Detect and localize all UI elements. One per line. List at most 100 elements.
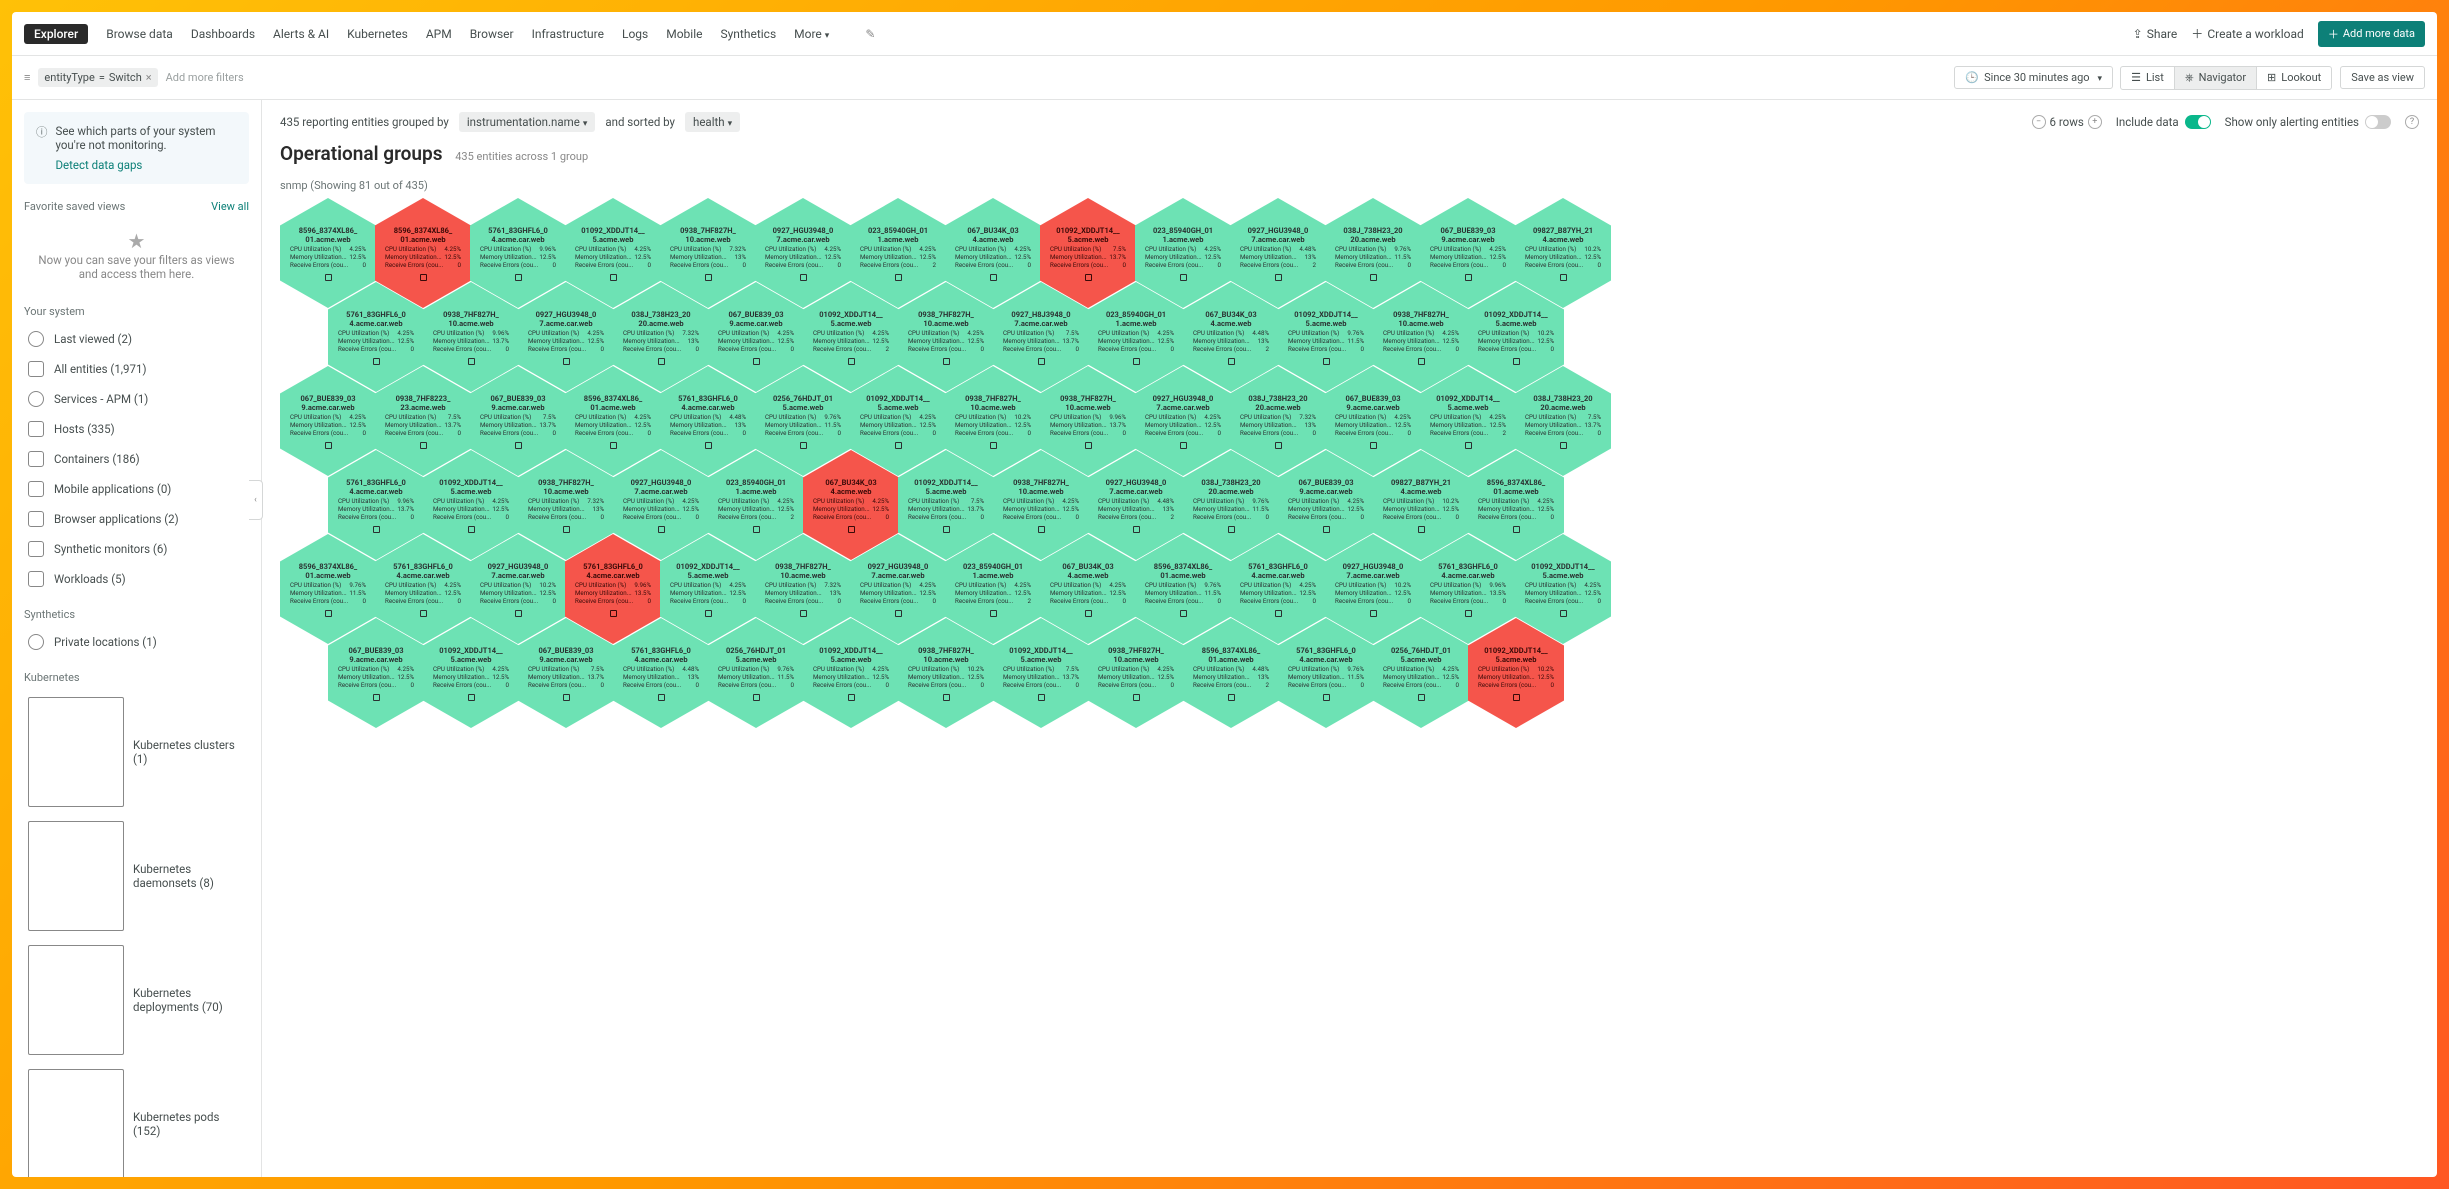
entity-checkbox[interactable]: [1465, 274, 1472, 281]
entity-checkbox[interactable]: [705, 610, 712, 617]
entity-checkbox[interactable]: [943, 526, 950, 533]
entity-checkbox[interactable]: [1418, 526, 1425, 533]
sidebar-item-synthetic-monitors-[interactable]: Synthetic monitors (6): [24, 534, 249, 564]
entity-checkbox[interactable]: [1370, 610, 1377, 617]
entity-checkbox[interactable]: [895, 274, 902, 281]
entity-hex[interactable]: 01092_XDDJT14__5.acme.webCPU Utilization…: [423, 618, 519, 728]
entity-hex[interactable]: 0938_7HF827H_10.acme.webCPU Utilization …: [1088, 618, 1184, 728]
entity-checkbox[interactable]: [468, 358, 475, 365]
nav-infrastructure[interactable]: Infrastructure: [532, 27, 604, 41]
entity-checkbox[interactable]: [1513, 358, 1520, 365]
entity-checkbox[interactable]: [990, 442, 997, 449]
entity-checkbox[interactable]: [610, 610, 617, 617]
add-filters-link[interactable]: Add more filters: [166, 71, 244, 84]
entity-checkbox[interactable]: [420, 274, 427, 281]
entity-checkbox[interactable]: [1133, 694, 1140, 701]
entity-checkbox[interactable]: [753, 358, 760, 365]
nav-mobile[interactable]: Mobile: [666, 27, 702, 41]
sidebar-item-kubernetes-daemonsets-[interactable]: Kubernetes daemonsets (8): [24, 814, 249, 938]
entity-checkbox[interactable]: [658, 694, 665, 701]
sidebar-item-kubernetes-clusters-[interactable]: Kubernetes clusters (1): [24, 690, 249, 814]
entity-checkbox[interactable]: [1323, 358, 1330, 365]
entity-checkbox[interactable]: [658, 358, 665, 365]
detect-data-gaps-link[interactable]: Detect data gaps: [56, 158, 238, 172]
entity-checkbox[interactable]: [800, 274, 807, 281]
entity-hex[interactable]: 0938_7HF827H_10.acme.webCPU Utilization …: [898, 618, 994, 728]
sidebar-item-last-viewed-[interactable]: Last viewed (2): [24, 324, 249, 354]
nav-browse-data[interactable]: Browse data: [106, 27, 173, 41]
entity-checkbox[interactable]: [610, 274, 617, 281]
entity-checkbox[interactable]: [800, 442, 807, 449]
time-picker[interactable]: 🕒 Since 30 minutes ago: [1954, 66, 2113, 89]
save-as-view-button[interactable]: Save as view: [2340, 66, 2425, 89]
nav-browser[interactable]: Browser: [470, 27, 514, 41]
sidebar-item-kubernetes-pods-[interactable]: Kubernetes pods (152): [24, 1062, 249, 1177]
nav-logs[interactable]: Logs: [622, 27, 648, 41]
entity-checkbox[interactable]: [848, 526, 855, 533]
entity-checkbox[interactable]: [1038, 526, 1045, 533]
nav-alerts-ai[interactable]: Alerts & AI: [273, 27, 329, 41]
entity-checkbox[interactable]: [1275, 274, 1282, 281]
group-by-select[interactable]: instrumentation.name: [459, 112, 595, 132]
sidebar-item-private-locations-[interactable]: Private locations (1): [24, 627, 249, 657]
sidebar-collapse-handle[interactable]: ‹: [249, 480, 263, 520]
sidebar-item-workloads-[interactable]: Workloads (5): [24, 564, 249, 594]
plus-icon[interactable]: +: [2088, 115, 2102, 129]
entity-checkbox[interactable]: [848, 694, 855, 701]
sidebar-item-all-entities-[interactable]: All entities (1,971): [24, 354, 249, 384]
entity-checkbox[interactable]: [658, 526, 665, 533]
entity-checkbox[interactable]: [1275, 442, 1282, 449]
sidebar-item-services-apm-[interactable]: Services - APM (1): [24, 384, 249, 414]
view-lookout[interactable]: ⊞Lookout: [2256, 66, 2332, 90]
sort-select[interactable]: health: [685, 112, 740, 132]
entity-checkbox[interactable]: [325, 274, 332, 281]
entity-checkbox[interactable]: [1560, 610, 1567, 617]
entity-checkbox[interactable]: [515, 274, 522, 281]
entity-checkbox[interactable]: [753, 694, 760, 701]
entity-checkbox[interactable]: [895, 442, 902, 449]
entity-checkbox[interactable]: [515, 442, 522, 449]
entity-checkbox[interactable]: [1085, 274, 1092, 281]
entity-checkbox[interactable]: [1323, 694, 1330, 701]
entity-checkbox[interactable]: [325, 610, 332, 617]
share-link[interactable]: ⇪ Share: [2133, 27, 2178, 41]
sidebar-item-containers-[interactable]: Containers (186): [24, 444, 249, 474]
entity-checkbox[interactable]: [1275, 610, 1282, 617]
edit-icon[interactable]: ✎: [865, 27, 875, 41]
entity-checkbox[interactable]: [1418, 358, 1425, 365]
entity-hex[interactable]: 067_BUE839_039.acme.car.webCPU Utilizati…: [518, 618, 614, 728]
entity-checkbox[interactable]: [468, 694, 475, 701]
entity-checkbox[interactable]: [943, 694, 950, 701]
entity-checkbox[interactable]: [610, 442, 617, 449]
entity-checkbox[interactable]: [1180, 442, 1187, 449]
entity-checkbox[interactable]: [753, 526, 760, 533]
entity-checkbox[interactable]: [1228, 526, 1235, 533]
entity-checkbox[interactable]: [990, 610, 997, 617]
entity-checkbox[interactable]: [1513, 694, 1520, 701]
create-workload-link[interactable]: ＋ Create a workload: [2191, 25, 2304, 42]
entity-checkbox[interactable]: [800, 610, 807, 617]
entity-checkbox[interactable]: [1228, 694, 1235, 701]
entity-checkbox[interactable]: [1465, 610, 1472, 617]
entity-checkbox[interactable]: [705, 274, 712, 281]
entity-checkbox[interactable]: [895, 610, 902, 617]
nav-synthetics[interactable]: Synthetics: [721, 27, 777, 41]
entity-checkbox[interactable]: [1180, 274, 1187, 281]
minus-icon[interactable]: −: [2032, 115, 2046, 129]
entity-hex[interactable]: 0256_76HDJT_015.acme.webCPU Utilization …: [1373, 618, 1469, 728]
entity-hex[interactable]: 5761_83GHFL6_04.acme.car.webCPU Utilizat…: [1278, 618, 1374, 728]
close-icon[interactable]: [146, 71, 152, 84]
nav-apm[interactable]: APM: [426, 27, 452, 41]
entity-checkbox[interactable]: [1370, 442, 1377, 449]
include-data-toggle[interactable]: [2185, 115, 2211, 129]
nav-kubernetes[interactable]: Kubernetes: [347, 27, 408, 41]
add-more-data-button[interactable]: ＋ Add more data: [2318, 21, 2425, 47]
entity-hex[interactable]: 01092_XDDJT14__5.acme.webCPU Utilization…: [803, 618, 899, 728]
sidebar-item-kubernetes-deployments-[interactable]: Kubernetes deployments (70): [24, 938, 249, 1062]
entity-hex[interactable]: 01092_XDDJT14__5.acme.webCPU Utilization…: [993, 618, 1089, 728]
entity-checkbox[interactable]: [373, 526, 380, 533]
view-all-link[interactable]: View all: [211, 200, 249, 213]
entity-checkbox[interactable]: [1560, 442, 1567, 449]
entity-checkbox[interactable]: [563, 358, 570, 365]
view-list[interactable]: ☰List: [2120, 66, 2175, 90]
